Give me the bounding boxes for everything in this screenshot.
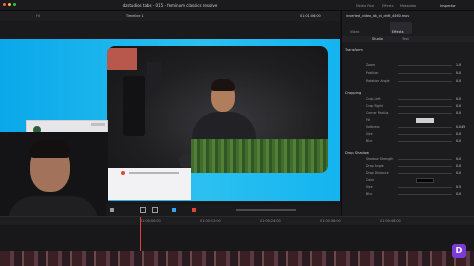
timeline-ruler[interactable]: 01:00:00:00 01:00:12:00 01:00:24:00 01:0…	[0, 217, 474, 225]
window-title: dzstudios tabs - 015 - feminum classics …	[122, 3, 218, 8]
shadow-row[interactable]: Size 0.5	[342, 185, 474, 191]
zoom-slider[interactable]	[236, 209, 296, 211]
blade-tool-icon[interactable]	[140, 207, 146, 213]
subtab-studio[interactable]: Studio	[372, 37, 383, 41]
bookshelf	[147, 62, 161, 92]
shadow-row[interactable]: Drop Distance 0.0	[342, 171, 474, 177]
ruler-mark: 01:00:00:00	[140, 219, 161, 223]
ruler-mark: 01:00:24:00	[260, 219, 281, 223]
ruler-mark: 01:00:36:00	[320, 219, 341, 223]
transform-row-position[interactable]: Position 0.0	[342, 71, 474, 77]
ruler-mark: 01:00:12:00	[200, 219, 221, 223]
shadow-row[interactable]: Color	[342, 178, 474, 184]
inspector-tabs: Video Effects	[342, 20, 474, 36]
shadow-row[interactable]: Blur 0.0	[342, 192, 474, 198]
metadata-button[interactable]: Metadata	[400, 4, 416, 8]
section-drop-shadow[interactable]: Drop Shadow	[345, 151, 369, 155]
crop-row[interactable]: Size 0.0	[342, 132, 474, 138]
browser-text	[129, 172, 179, 174]
timeline-name[interactable]: Timeline 1	[126, 14, 144, 18]
viewer-header: Fit Timeline 1 01:01:06:00	[0, 11, 340, 21]
inspector-button[interactable]: Inspector	[440, 4, 456, 8]
tab-file[interactable]	[454, 22, 474, 34]
background-wall	[107, 48, 137, 70]
resolve-logo-icon: D	[452, 244, 466, 258]
effects-button[interactable]: Effects	[382, 4, 394, 8]
crop-row[interactable]: Corner Radius 0.0	[342, 111, 474, 117]
trim-tool-icon[interactable]	[152, 207, 158, 213]
crop-row[interactable]: Crop Right 0.0	[342, 104, 474, 110]
crop-row[interactable]: Fill	[342, 118, 474, 124]
crop-row[interactable]: Softness 0.045	[342, 125, 474, 131]
browser-window	[107, 168, 191, 200]
inspector-panel: inverted_video_dk_ct_drift_4460.mov Vide…	[341, 11, 474, 216]
main-video-frame[interactable]	[107, 46, 328, 173]
dialog-title	[91, 123, 105, 126]
viewer-timecode: 01:01:06:00	[300, 14, 321, 18]
minimize-window-icon[interactable]	[8, 3, 11, 6]
title-bar: dzstudios tabs - 015 - feminum classics …	[0, 0, 474, 11]
timeline[interactable]: 01:00:00:00 01:00:12:00 01:00:24:00 01:0…	[0, 216, 474, 266]
speaker-left	[123, 76, 145, 136]
maximize-window-icon[interactable]	[13, 3, 16, 6]
tab-video-label: Video	[350, 30, 360, 34]
crop-row[interactable]: Blur 0.0	[342, 139, 474, 145]
subtabs: Studio Text	[342, 36, 474, 42]
record-icon	[121, 171, 125, 175]
grass-background	[191, 139, 328, 173]
transport-controls	[106, 204, 346, 216]
flag-icon[interactable]	[192, 208, 196, 212]
skip-back-icon[interactable]	[110, 208, 114, 212]
subtab-text[interactable]: Text	[402, 37, 409, 41]
tab-audio[interactable]	[368, 22, 390, 34]
tab-image[interactable]	[434, 22, 456, 34]
section-transform[interactable]: Transform	[345, 48, 363, 52]
transform-row-rotation[interactable]: Rotation Angle 0.0	[342, 79, 474, 85]
video-track-clips[interactable]	[0, 251, 474, 266]
zoom-dropdown[interactable]: Fit	[36, 14, 40, 18]
window-controls	[3, 3, 16, 6]
section-cropping[interactable]: Cropping	[345, 91, 361, 95]
tab-effects-label: Effects	[392, 30, 404, 34]
transform-row-zoom[interactable]: Zoom 1.0	[342, 63, 474, 69]
ruler-mark: 01:00:48:00	[380, 219, 401, 223]
shadow-row[interactable]: Shadow Strength 0.0	[342, 157, 474, 163]
media-pool-button[interactable]: Media Pool	[356, 4, 374, 8]
clip-name: inverted_video_dk_ct_drift_4460.mov	[346, 14, 410, 18]
tab-transition[interactable]	[412, 22, 434, 34]
close-window-icon[interactable]	[3, 3, 6, 6]
crop-row[interactable]: Crop Left 0.0	[342, 97, 474, 103]
snap-icon[interactable]	[172, 208, 176, 212]
shadow-row[interactable]: Drop Angle 0.0	[342, 164, 474, 170]
